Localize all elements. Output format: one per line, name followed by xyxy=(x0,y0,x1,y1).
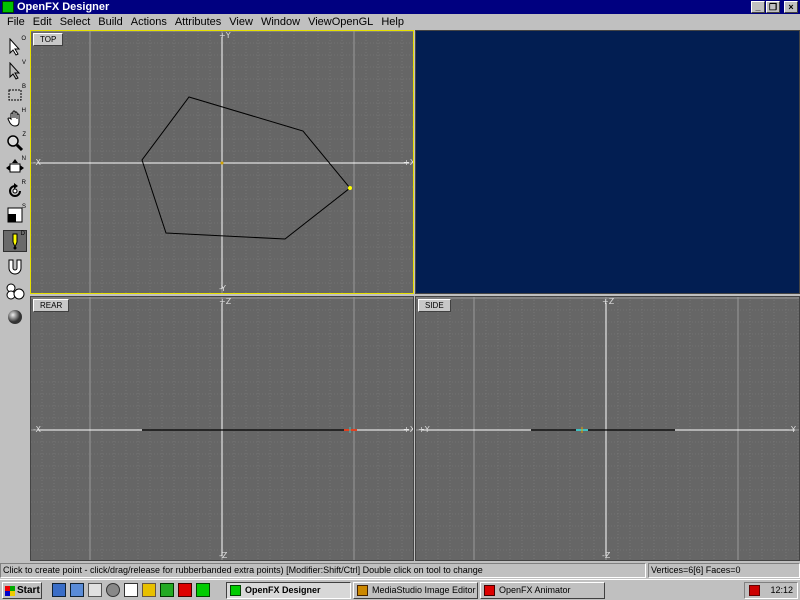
menu-select[interactable]: Select xyxy=(56,14,95,30)
task-mediastudio[interactable]: MediaStudio Image Editor xyxy=(353,582,478,599)
status-bar: Click to create point - click/drag/relea… xyxy=(0,563,800,578)
zoom-magnifier-icon xyxy=(7,135,24,152)
viewport-label-top[interactable]: TOP xyxy=(33,33,64,46)
axis-label-rear-zbottom: -Z xyxy=(219,551,228,560)
viewport-side[interactable]: SIDE +Z -Z +Y -Y xyxy=(415,296,800,561)
select-tool[interactable]: O xyxy=(3,36,27,58)
pan-tool[interactable]: H xyxy=(3,108,27,130)
disk-quicklaunch-icon[interactable] xyxy=(106,583,120,597)
menu-window[interactable]: Window xyxy=(257,14,304,30)
axis-label-rear-xleft: -X xyxy=(33,425,41,434)
notepad-quicklaunch-icon[interactable] xyxy=(124,583,138,597)
tool-quicklaunch-icon[interactable] xyxy=(160,583,174,597)
sphere-tool[interactable] xyxy=(3,306,27,328)
taskbar: Start OpenFX Designer MediaStudio Image … xyxy=(0,579,800,600)
openfx-animator-icon xyxy=(484,585,495,596)
menu-viewopengl[interactable]: ViewOpenGL xyxy=(304,14,377,30)
deselect-tool[interactable]: V xyxy=(3,60,27,82)
tool-palette: O V B H Z N R S D xyxy=(0,30,30,562)
viewport-rear[interactable]: REAR +Z -Z -X +X xyxy=(30,296,414,561)
desktop-quicklaunch-icon[interactable] xyxy=(52,583,66,597)
status-message: Click to create point - click/drag/relea… xyxy=(0,563,646,578)
axis-label-rear-xright: +X xyxy=(403,425,414,434)
sphere-icon xyxy=(8,310,22,324)
axis-label-top-xleft: -X xyxy=(33,158,41,167)
start-button[interactable]: Start xyxy=(2,582,42,599)
axis-label-side-ztop: +Z xyxy=(602,297,615,306)
axis-label-side-yleft: +Y xyxy=(418,425,430,434)
origin-marker xyxy=(220,161,224,165)
tray-app-icon[interactable] xyxy=(749,585,760,596)
start-label: Start xyxy=(17,585,40,596)
axis-label-top-xright: +X xyxy=(403,158,414,167)
menu-edit[interactable]: Edit xyxy=(29,14,56,30)
title-bar[interactable]: OpenFX Designer _ ❐ × xyxy=(0,0,800,14)
app-icon[interactable] xyxy=(2,1,14,13)
mediastudio-icon xyxy=(357,585,368,596)
close-button[interactable]: × xyxy=(784,1,798,13)
axis-label-rear-ztop: +Z xyxy=(219,297,232,306)
viewport-label-side[interactable]: SIDE xyxy=(418,299,451,312)
spheres-icon xyxy=(6,283,25,300)
status-counts: Vertices=6[6] Faces=0 xyxy=(648,563,800,578)
window-controls: _ ❐ × xyxy=(751,1,798,13)
acrobat-quicklaunch-icon[interactable] xyxy=(178,583,192,597)
side-view-canvas[interactable] xyxy=(416,297,800,561)
scale-tool[interactable]: S xyxy=(3,204,27,226)
task-openfx-animator[interactable]: OpenFX Animator xyxy=(480,582,605,599)
top-view-canvas[interactable] xyxy=(31,31,414,294)
axis-label-side-zbottom: -Z xyxy=(602,551,611,560)
axis-label-top-ybottom: -Y xyxy=(219,284,226,293)
add-point-tool[interactable]: D xyxy=(3,230,27,252)
menu-view[interactable]: View xyxy=(225,14,257,30)
window-title: OpenFX Designer xyxy=(17,1,110,13)
menu-bar: File Edit Select Build Actions Attribute… xyxy=(0,14,800,30)
box-select-icon xyxy=(8,89,22,101)
screen: OpenFX Designer _ ❐ × File Edit Select B… xyxy=(0,0,800,600)
box-select-tool[interactable]: B xyxy=(3,84,27,106)
viewport-label-rear[interactable]: REAR xyxy=(33,299,70,312)
selected-vertex xyxy=(348,186,352,190)
rotate-tool[interactable]: R xyxy=(3,180,27,202)
network-quicklaunch-icon[interactable] xyxy=(70,583,84,597)
move-tool[interactable]: N xyxy=(3,156,27,178)
rear-view-canvas[interactable] xyxy=(31,297,414,561)
media-quicklaunch-icon[interactable] xyxy=(142,583,156,597)
viewport-top[interactable]: TOP +Y -Y -X +X xyxy=(30,30,414,294)
system-tray: 12:12 xyxy=(744,582,798,599)
minimize-button[interactable]: _ xyxy=(751,1,765,13)
menu-file[interactable]: File xyxy=(3,14,29,30)
task-openfx-designer[interactable]: OpenFX Designer xyxy=(226,582,351,599)
openfx-designer-icon xyxy=(230,585,241,596)
deselect-arrow-icon xyxy=(9,62,21,80)
menu-actions[interactable]: Actions xyxy=(127,14,171,30)
menu-help[interactable]: Help xyxy=(377,14,408,30)
viewport-camera[interactable] xyxy=(415,30,800,294)
axis-label-top-ytop: +Y xyxy=(219,31,231,40)
menu-attributes[interactable]: Attributes xyxy=(171,14,225,30)
spheres-tool[interactable] xyxy=(3,280,27,302)
menu-build[interactable]: Build xyxy=(94,14,126,30)
grid xyxy=(416,297,799,560)
explorer-quicklaunch-icon[interactable] xyxy=(88,583,102,597)
clock: 12:12 xyxy=(770,585,793,595)
magnet-icon xyxy=(8,259,22,275)
zoom-tool[interactable]: Z xyxy=(3,132,27,154)
windows-flag-icon xyxy=(5,585,15,596)
axis-label-side-yright: -Y xyxy=(789,425,796,434)
openfx-quicklaunch-icon[interactable] xyxy=(196,583,210,597)
magnet-tool[interactable] xyxy=(3,256,27,278)
restore-button[interactable]: ❐ xyxy=(766,1,780,13)
